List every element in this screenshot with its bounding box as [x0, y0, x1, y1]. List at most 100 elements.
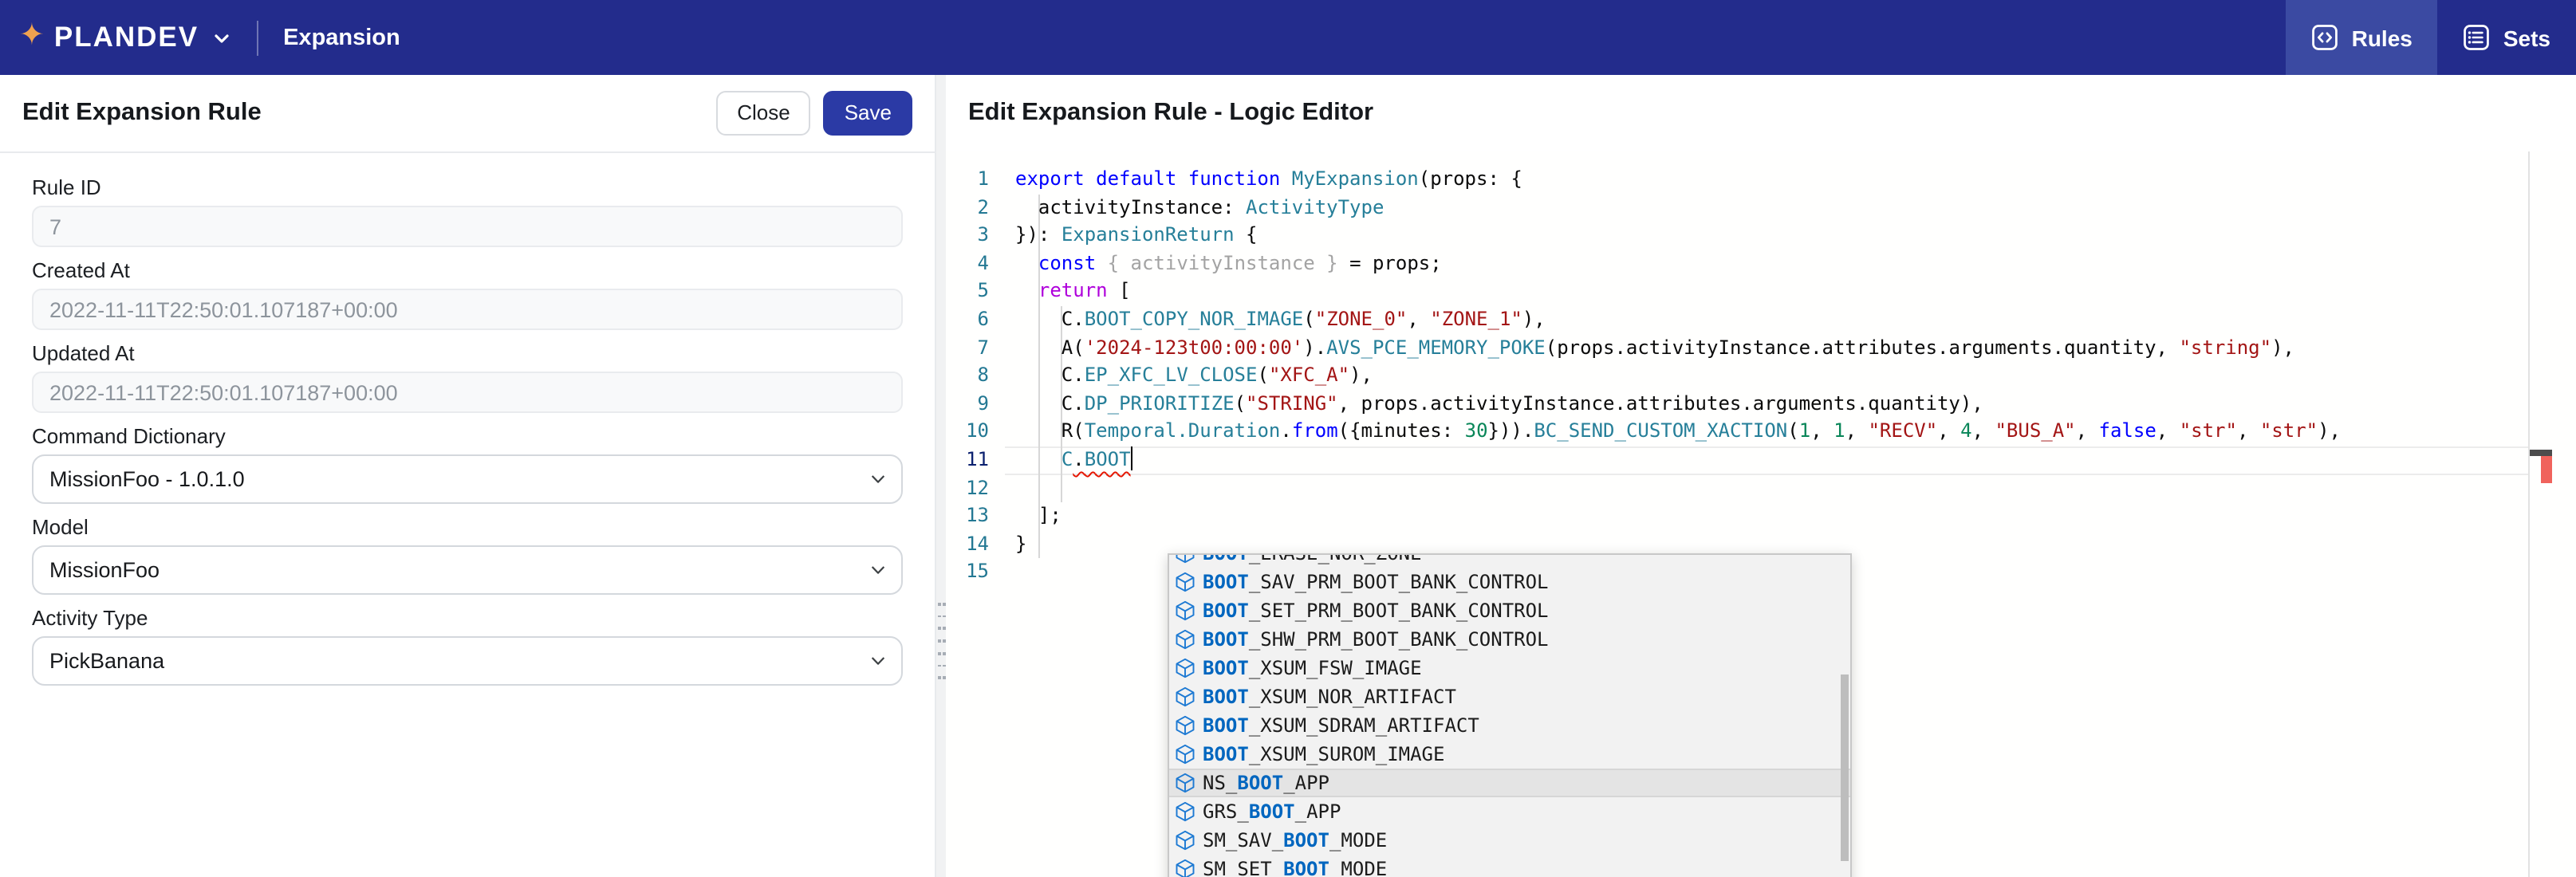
code-line: C.BOOT_COPY_NOR_IMAGE("ZONE_0", "ZONE_1"…	[1015, 306, 2576, 334]
overview-ruler	[2528, 151, 2530, 877]
suggest-item[interactable]: NS_BOOT_APP	[1169, 769, 1850, 797]
logic-editor-title: Edit Expansion Rule - Logic Editor	[968, 99, 1373, 128]
page-title: Expansion	[283, 25, 400, 50]
suggest-item-label: SM_SAV_BOOT_MODE	[1203, 829, 1387, 851]
code-line: C.DP_PRIORITIZE("STRING", props.activity…	[1015, 391, 2576, 419]
suggest-item[interactable]: BOOT_SAV_PRM_BOOT_BANK_CONTROL	[1169, 568, 1850, 596]
created-at-input[interactable]	[32, 289, 903, 330]
symbol-cube-icon	[1174, 858, 1196, 877]
code-line: }): ExpansionReturn {	[1015, 222, 2576, 250]
suggest-item-label: BOOT_ERASE_NOR_ZONE	[1203, 553, 1422, 564]
suggest-item[interactable]: BOOT_ERASE_NOR_ZONE	[1169, 553, 1850, 568]
line-number: 13	[946, 502, 989, 530]
app-window: ✦ PLANDEV Expansion Rules Sets	[0, 0, 2576, 877]
nav-sets-button[interactable]: Sets	[2438, 0, 2576, 75]
symbol-cube-icon	[1174, 743, 1196, 765]
model-value: MissionFoo	[49, 558, 160, 582]
line-number: 2	[946, 194, 989, 222]
code-line: A('2024-123t00:00:00').AVS_PCE_MEMORY_PO…	[1015, 334, 2576, 362]
navbar-divider	[256, 20, 258, 55]
symbol-cube-icon	[1174, 829, 1196, 851]
updated-at-label: Updated At	[32, 341, 903, 365]
line-number: 1	[946, 166, 989, 194]
code-line: C.EP_XFC_LV_CLOSE("XFC_A"),	[1015, 362, 2576, 390]
symbol-cube-icon	[1174, 657, 1196, 679]
brand-menu[interactable]: ✦ PLANDEV	[19, 21, 230, 54]
symbol-cube-icon	[1174, 571, 1196, 593]
rule-form: Rule ID Created At Updated At Command Di…	[0, 153, 935, 719]
chevron-down-icon	[211, 28, 230, 47]
rule-id-input[interactable]	[32, 206, 903, 247]
line-number: 3	[946, 222, 989, 250]
code-line: R(Temporal.Duration.from({minutes: 30}))…	[1015, 419, 2576, 446]
suggest-item-label: NS_BOOT_APP	[1203, 772, 1329, 794]
code-line: return [	[1015, 278, 2576, 306]
activity-type-select[interactable]: PickBanana	[32, 636, 903, 686]
brand-star-icon: ✦	[19, 21, 45, 51]
symbol-cube-icon	[1174, 686, 1196, 708]
created-at-label: Created At	[32, 258, 903, 282]
suggest-item[interactable]: SM_SET_BOOT_MODE	[1169, 855, 1850, 877]
suggest-item[interactable]: SM_SAV_BOOT_MODE	[1169, 826, 1850, 855]
line-number: 9	[946, 391, 989, 419]
line-numbers: 123456789101112131415	[946, 166, 989, 587]
code-editor[interactable]: 123456789101112131415 export default fun…	[946, 151, 2576, 877]
top-navbar: ✦ PLANDEV Expansion Rules Sets	[0, 0, 2576, 75]
suggest-item[interactable]: BOOT_SET_PRM_BOOT_BANK_CONTROL	[1169, 596, 1850, 625]
suggest-item-label: BOOT_XSUM_SUROM_IMAGE	[1203, 743, 1444, 765]
line-number: 4	[946, 250, 989, 278]
overview-error-marker	[2540, 455, 2551, 482]
suggest-item[interactable]: BOOT_XSUM_FSW_IMAGE	[1169, 654, 1850, 682]
symbol-cube-icon	[1174, 600, 1196, 622]
line-number: 11	[946, 446, 989, 474]
suggest-item-label: BOOT_SAV_PRM_BOOT_BANK_CONTROL	[1203, 571, 1549, 593]
suggest-item-label: GRS_BOOT_APP	[1203, 800, 1341, 823]
command-dictionary-select[interactable]: MissionFoo - 1.0.1.0	[32, 454, 903, 504]
edit-rule-title: Edit Expansion Rule	[22, 99, 262, 128]
autocomplete-popup: BOOT_ERASE_NOR_ZONE BOOT_SAV_PRM_BOOT_BAN…	[1168, 553, 1852, 877]
nav-rules-button[interactable]: Rules	[2286, 0, 2438, 75]
line-number: 14	[946, 530, 989, 558]
nav-sets-label: Sets	[2503, 25, 2550, 50]
line-number: 6	[946, 306, 989, 334]
line-number: 15	[946, 559, 989, 587]
symbol-cube-icon	[1174, 553, 1196, 564]
brand-name: PLANDEV	[54, 21, 199, 54]
line-number: 5	[946, 278, 989, 306]
model-select[interactable]: MissionFoo	[32, 545, 903, 595]
model-label: Model	[32, 515, 903, 539]
command-dictionary-label: Command Dictionary	[32, 424, 903, 448]
autocomplete-scrollbar-thumb[interactable]	[1841, 674, 1849, 861]
line-number: 12	[946, 474, 989, 502]
suggest-item[interactable]: BOOT_SHW_PRM_BOOT_BANK_CONTROL	[1169, 625, 1850, 654]
rule-id-label: Rule ID	[32, 175, 903, 199]
suggest-item[interactable]: BOOT_XSUM_SUROM_IMAGE	[1169, 740, 1850, 769]
overview-cursor-marker	[2530, 450, 2552, 455]
code-icon	[2312, 24, 2339, 51]
resize-grip-dots	[938, 603, 946, 679]
suggest-item[interactable]: BOOT_XSUM_NOR_ARTIFACT	[1169, 682, 1850, 711]
save-button[interactable]: Save	[824, 91, 912, 135]
activity-type-label: Activity Type	[32, 606, 903, 630]
chevron-down-icon	[869, 470, 887, 488]
code-line: const { activityInstance } = props;	[1015, 250, 2576, 278]
nav-rules-label: Rules	[2352, 25, 2413, 50]
suggest-item-label: BOOT_XSUM_NOR_ARTIFACT	[1203, 686, 1456, 708]
chevron-down-icon	[869, 652, 887, 670]
activity-type-value: PickBanana	[49, 649, 164, 673]
logic-editor-panel: Edit Expansion Rule - Logic Editor 12345…	[946, 75, 2576, 877]
suggest-item-label: SM_SET_BOOT_MODE	[1203, 858, 1387, 877]
suggest-item[interactable]: GRS_BOOT_APP	[1169, 797, 1850, 826]
updated-at-input[interactable]	[32, 372, 903, 413]
panel-resize-handle[interactable]	[936, 75, 946, 877]
code-line: ];	[1015, 502, 2576, 530]
suggest-item[interactable]: BOOT_XSUM_SDRAM_ARTIFACT	[1169, 711, 1850, 740]
code-lines: export default function MyExpansion(prop…	[1015, 166, 2576, 587]
code-line: export default function MyExpansion(prop…	[1015, 166, 2576, 194]
code-line: C.BOOT	[1015, 446, 2576, 474]
suggest-item-label: BOOT_SHW_PRM_BOOT_BANK_CONTROL	[1203, 628, 1549, 651]
close-button[interactable]: Close	[716, 91, 811, 135]
suggest-item-label: BOOT_XSUM_FSW_IMAGE	[1203, 657, 1422, 679]
chevron-down-icon	[869, 561, 887, 579]
edit-rule-panel: Edit Expansion Rule Close Save Rule ID C…	[0, 75, 936, 877]
